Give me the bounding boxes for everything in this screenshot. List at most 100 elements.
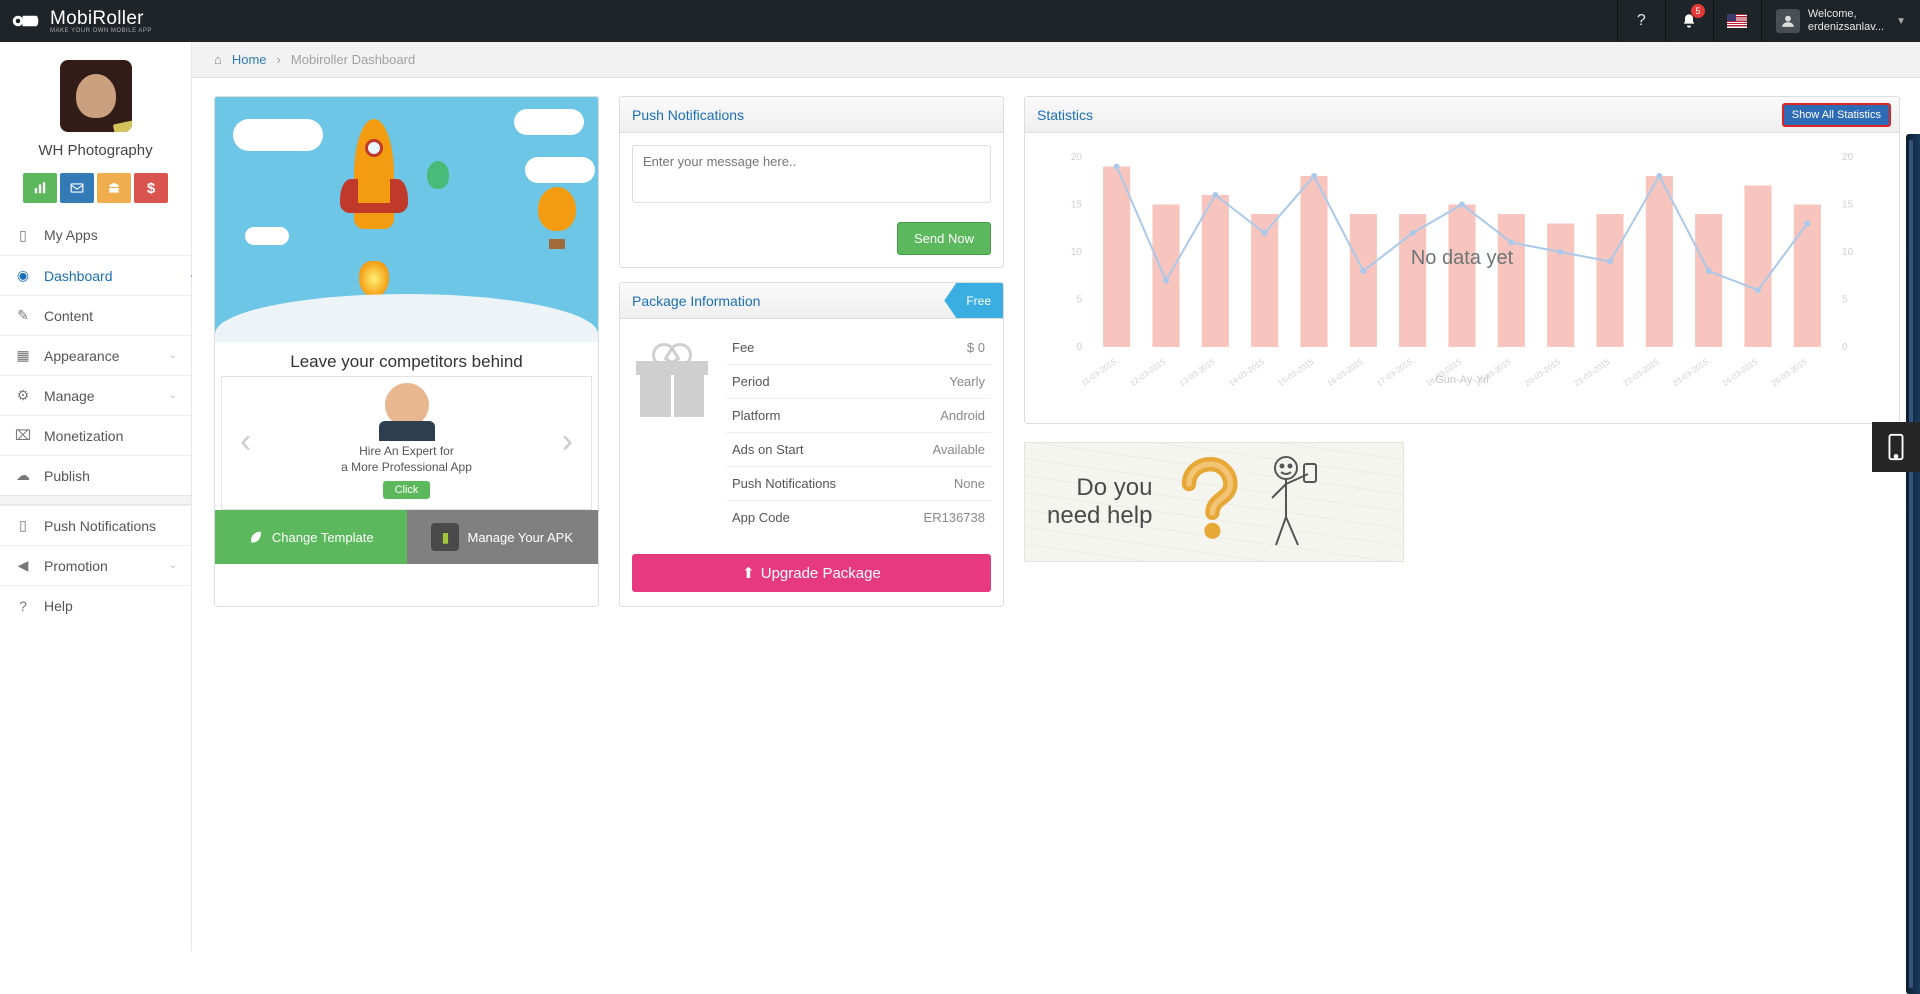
sidebar-item-publish[interactable]: ☁Publish <box>0 455 191 495</box>
package-info-panel: Package Information Free Fee$ 0PeriodYea… <box>619 282 1004 607</box>
grid-icon: ▦ <box>14 347 32 364</box>
statistics-title: Statistics <box>1037 107 1093 123</box>
sidebar-item-appearance[interactable]: ▦Appearance⌄ <box>0 335 191 375</box>
push-panel-title: Push Notifications <box>620 97 1003 133</box>
edit-icon: ✎ <box>14 307 32 324</box>
expert-avatar-icon <box>385 383 429 427</box>
sidebar-item-content[interactable]: ✎Content <box>0 295 191 335</box>
statistics-chart: 005510101515202011-03-201512-03-201513-0… <box>1043 147 1881 387</box>
caret-down-icon: ▼ <box>1896 16 1906 27</box>
svg-text:20: 20 <box>1071 152 1083 163</box>
help-line2: need help <box>1047 502 1152 530</box>
language-flag[interactable] <box>1713 0 1761 42</box>
svg-text:25-03-2015: 25-03-2015 <box>1770 357 1809 387</box>
app-avatar[interactable] <box>60 60 132 132</box>
notifications-icon[interactable]: 5 <box>1665 0 1713 42</box>
carousel-prev[interactable]: ‹ <box>236 422 255 461</box>
sidebar-item-manage[interactable]: ⚙Manage⌄ <box>0 375 191 415</box>
change-template-button[interactable]: Change Template <box>215 510 407 564</box>
svg-text:11-03-2015: 11-03-2015 <box>1080 357 1119 387</box>
account-menu[interactable]: Welcome, erdenizsanlav... ▼ <box>1761 0 1920 42</box>
promo-card: Leave your competitors behind ‹ Hire An … <box>214 96 599 607</box>
package-row: PeriodYearly <box>726 364 991 398</box>
money-icon: ⌧ <box>14 427 32 444</box>
push-message-input[interactable] <box>632 145 991 203</box>
carousel-line2: a More Professional App <box>265 459 547 475</box>
upgrade-package-button[interactable]: ⬆ Upgrade Package <box>632 554 991 592</box>
brand-logo[interactable]: MobiRoller MAKE YOUR OWN MOBILE APP <box>12 8 152 34</box>
show-all-statistics-button[interactable]: Show All Statistics <box>1782 103 1891 127</box>
dashboard-icon: ◉ <box>14 267 32 284</box>
sidebar-item-push-notifications[interactable]: ▯Push Notifications <box>0 505 191 545</box>
gear-icon: ⚙ <box>14 387 32 404</box>
svg-text:17-03-2015: 17-03-2015 <box>1375 357 1414 387</box>
app-name: WH Photography <box>38 142 152 159</box>
breadcrumb-current: Mobiroller Dashboard <box>291 52 415 67</box>
quick-stats-button[interactable] <box>23 173 57 203</box>
svg-text:13-03-2015: 13-03-2015 <box>1178 357 1217 387</box>
breadcrumb-home[interactable]: Home <box>232 52 267 67</box>
send-now-button[interactable]: Send Now <box>897 222 991 255</box>
question-icon: ? <box>14 598 32 614</box>
svg-text:20-03-2015: 20-03-2015 <box>1523 357 1562 387</box>
device-preview-toggle[interactable] <box>1872 422 1920 472</box>
svg-text:20: 20 <box>1842 152 1854 163</box>
statistics-panel: Statistics Show All Statistics No data y… <box>1024 96 1900 424</box>
svg-text:14-03-2015: 14-03-2015 <box>1227 357 1266 387</box>
svg-text:15: 15 <box>1071 200 1083 211</box>
svg-text:12-03-2015: 12-03-2015 <box>1128 357 1167 387</box>
package-row: PlatformAndroid <box>726 398 991 432</box>
us-flag-icon <box>1727 14 1747 28</box>
android-icon: ▮ <box>431 523 459 551</box>
help-icon[interactable]: ? <box>1617 0 1665 42</box>
sidebar-item-promotion[interactable]: ◀Promotion⌄ <box>0 545 191 585</box>
carousel-cta-button[interactable]: Click <box>383 481 431 499</box>
promo-headline: Leave your competitors behind <box>215 342 598 376</box>
svg-text:5: 5 <box>1076 295 1082 306</box>
logo-mark-icon <box>12 12 42 30</box>
username: erdenizsanlav... <box>1808 21 1884 34</box>
svg-text:24-03-2015: 24-03-2015 <box>1720 357 1759 387</box>
package-table: Fee$ 0PeriodYearlyPlatformAndroidAds on … <box>726 331 991 534</box>
quick-mail-button[interactable] <box>60 173 94 203</box>
breadcrumb: ⌂ Home › Mobiroller Dashboard <box>192 42 1920 78</box>
svg-text:23-03-2015: 23-03-2015 <box>1671 357 1710 387</box>
sidebar-item-help[interactable]: ?Help <box>0 585 191 625</box>
manage-apk-button[interactable]: ▮ Manage Your APK <box>407 510 599 564</box>
push-notifications-panel: Push Notifications Send Now <box>619 96 1004 268</box>
user-icon <box>1776 9 1800 33</box>
chevron-down-icon: ⌄ <box>169 390 177 401</box>
brand-name: MobiRoller <box>50 8 152 30</box>
brand-tagline: MAKE YOUR OWN MOBILE APP <box>50 28 152 34</box>
sidebar: WH Photography $ ▯My Apps ◉Dashboard ✎Co… <box>0 42 192 951</box>
free-ribbon: Free <box>944 283 1003 318</box>
sidebar-item-dashboard[interactable]: ◉Dashboard <box>0 255 191 295</box>
svg-text:Gün-Ay-Yıl: Gün-Ay-Yıl <box>1435 374 1489 386</box>
package-row: Ads on StartAvailable <box>726 432 991 466</box>
svg-text:21-03-2015: 21-03-2015 <box>1572 357 1611 387</box>
question-mark-icon <box>1162 457 1252 547</box>
package-row: App CodeER136738 <box>726 500 991 534</box>
help-banner[interactable]: Do you need help <box>1024 442 1404 562</box>
package-panel-title: Package Information <box>632 293 760 309</box>
svg-text:15-03-2015: 15-03-2015 <box>1276 357 1315 387</box>
phone-icon: ▯ <box>14 227 32 244</box>
promo-carousel: ‹ Hire An Expert for a More Professional… <box>221 376 592 510</box>
quick-apps-button[interactable] <box>97 173 131 203</box>
stick-figure-icon <box>1262 452 1322 552</box>
sidebar-item-my-apps[interactable]: ▯My Apps <box>0 215 191 255</box>
promo-illustration <box>215 97 598 342</box>
welcome-label: Welcome, <box>1808 8 1884 21</box>
svg-text:16-03-2015: 16-03-2015 <box>1326 357 1365 387</box>
package-row: Fee$ 0 <box>726 331 991 364</box>
notification-badge: 5 <box>1691 4 1705 18</box>
svg-text:22-03-2015: 22-03-2015 <box>1622 357 1661 387</box>
megaphone-icon: ◀ <box>14 557 32 574</box>
package-row: Push NotificationsNone <box>726 466 991 500</box>
svg-text:10: 10 <box>1842 247 1854 258</box>
carousel-next[interactable]: › <box>558 422 577 461</box>
svg-text:5: 5 <box>1842 295 1848 306</box>
sidebar-item-monetization[interactable]: ⌧Monetization <box>0 415 191 455</box>
leaf-icon <box>248 529 264 545</box>
quick-monetize-button[interactable]: $ <box>134 173 168 203</box>
